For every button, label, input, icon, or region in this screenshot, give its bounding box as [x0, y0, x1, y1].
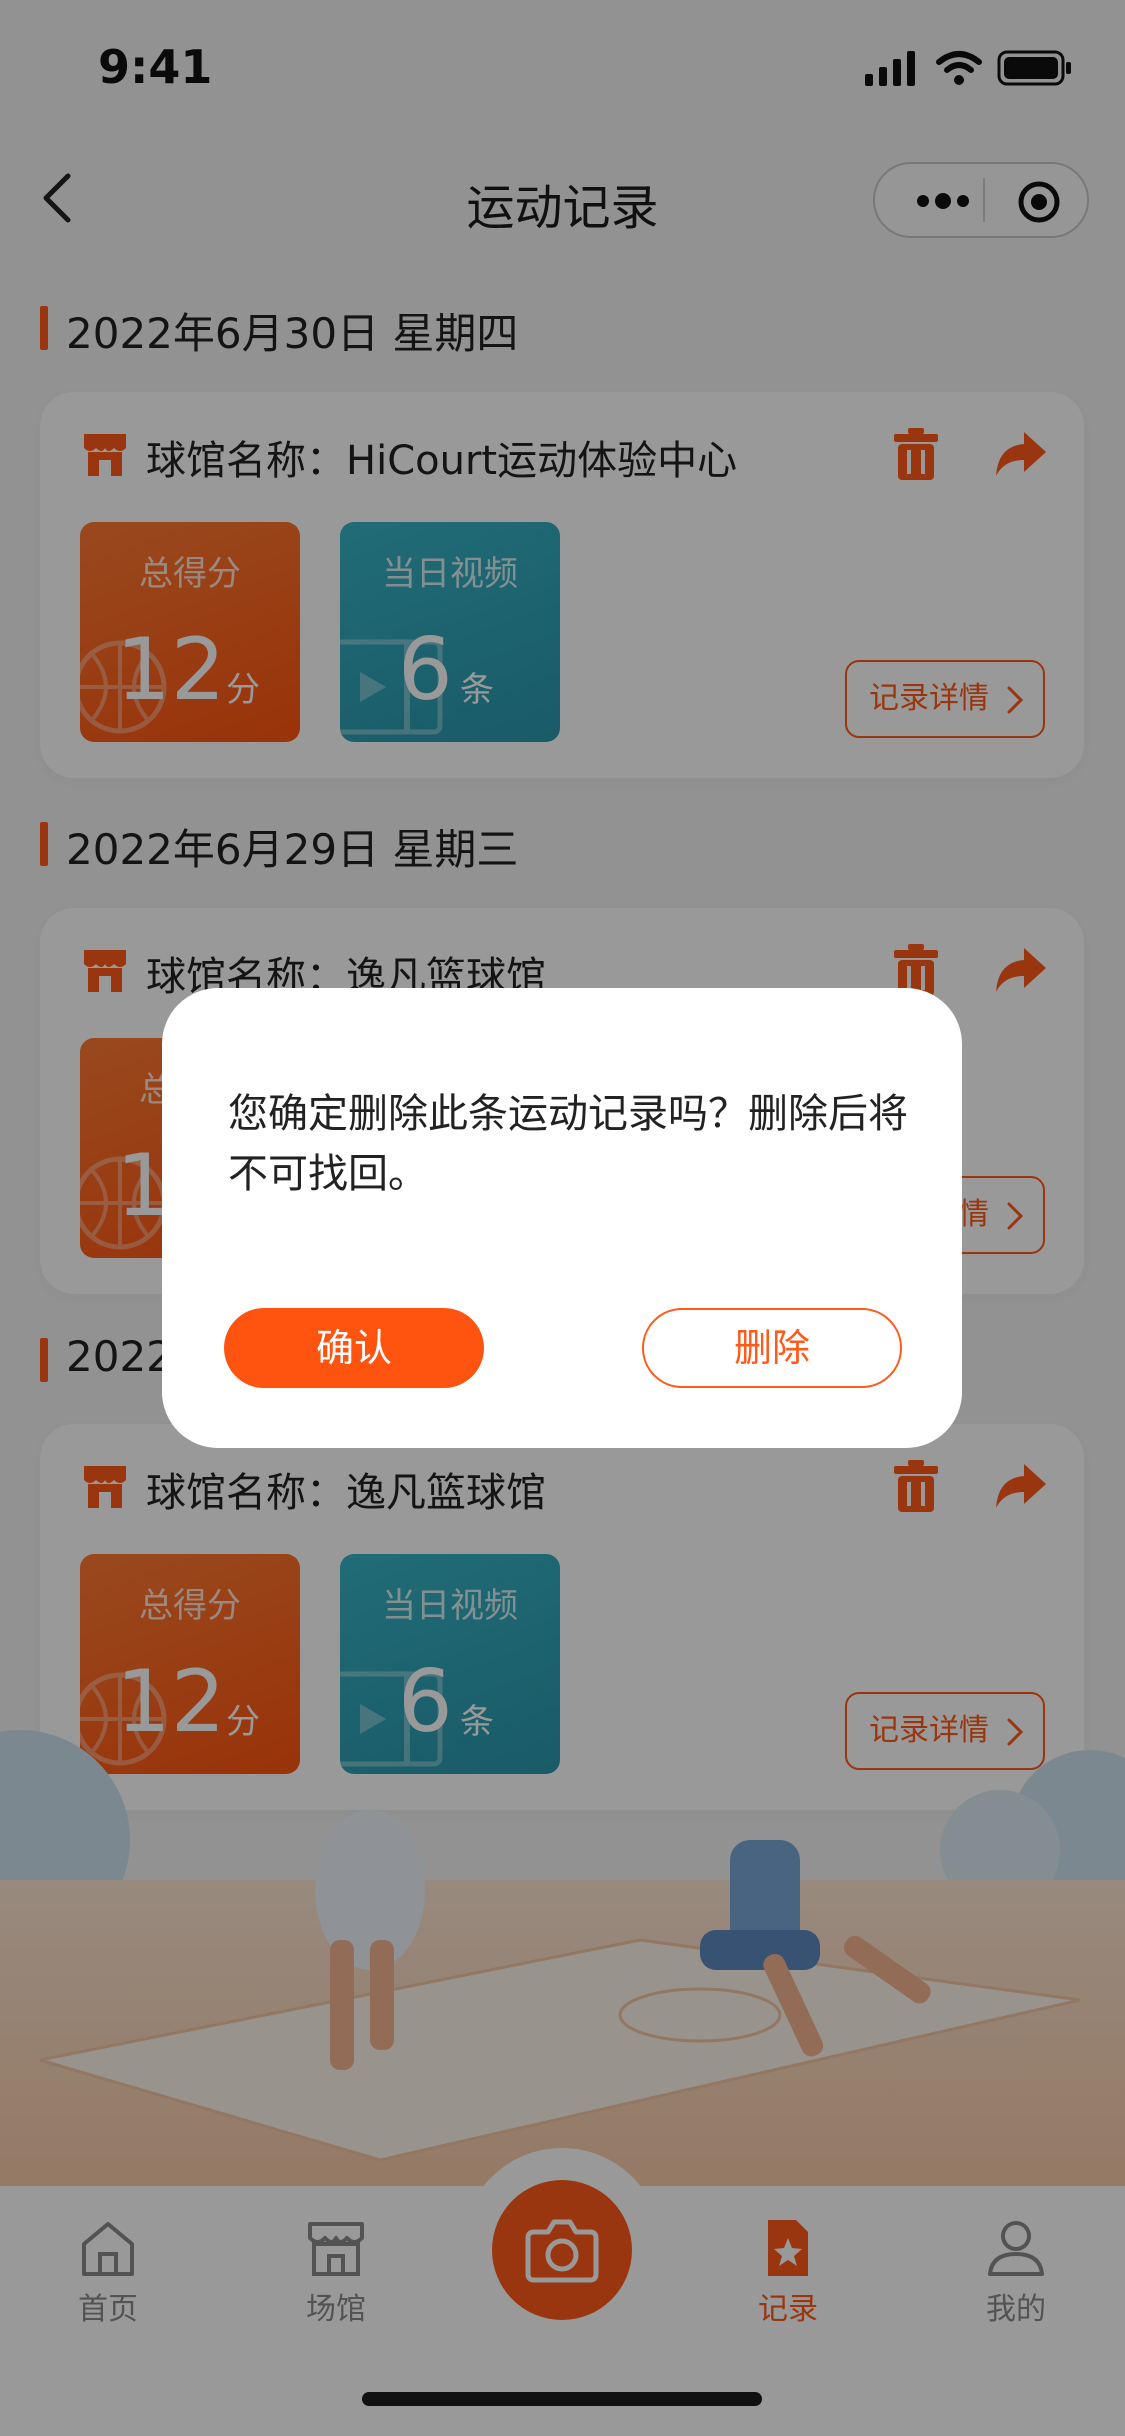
delete-confirm-dialog: 您确定删除此条运动记录吗？删除后将不可找回。 确认 删除: [162, 988, 962, 1448]
confirm-button[interactable]: 确认: [224, 1308, 484, 1388]
dialog-message: 您确定删除此条运动记录吗？删除后将不可找回。: [228, 1091, 908, 1197]
delete-button[interactable]: 删除: [642, 1308, 902, 1388]
home-indicator: [362, 2392, 762, 2406]
